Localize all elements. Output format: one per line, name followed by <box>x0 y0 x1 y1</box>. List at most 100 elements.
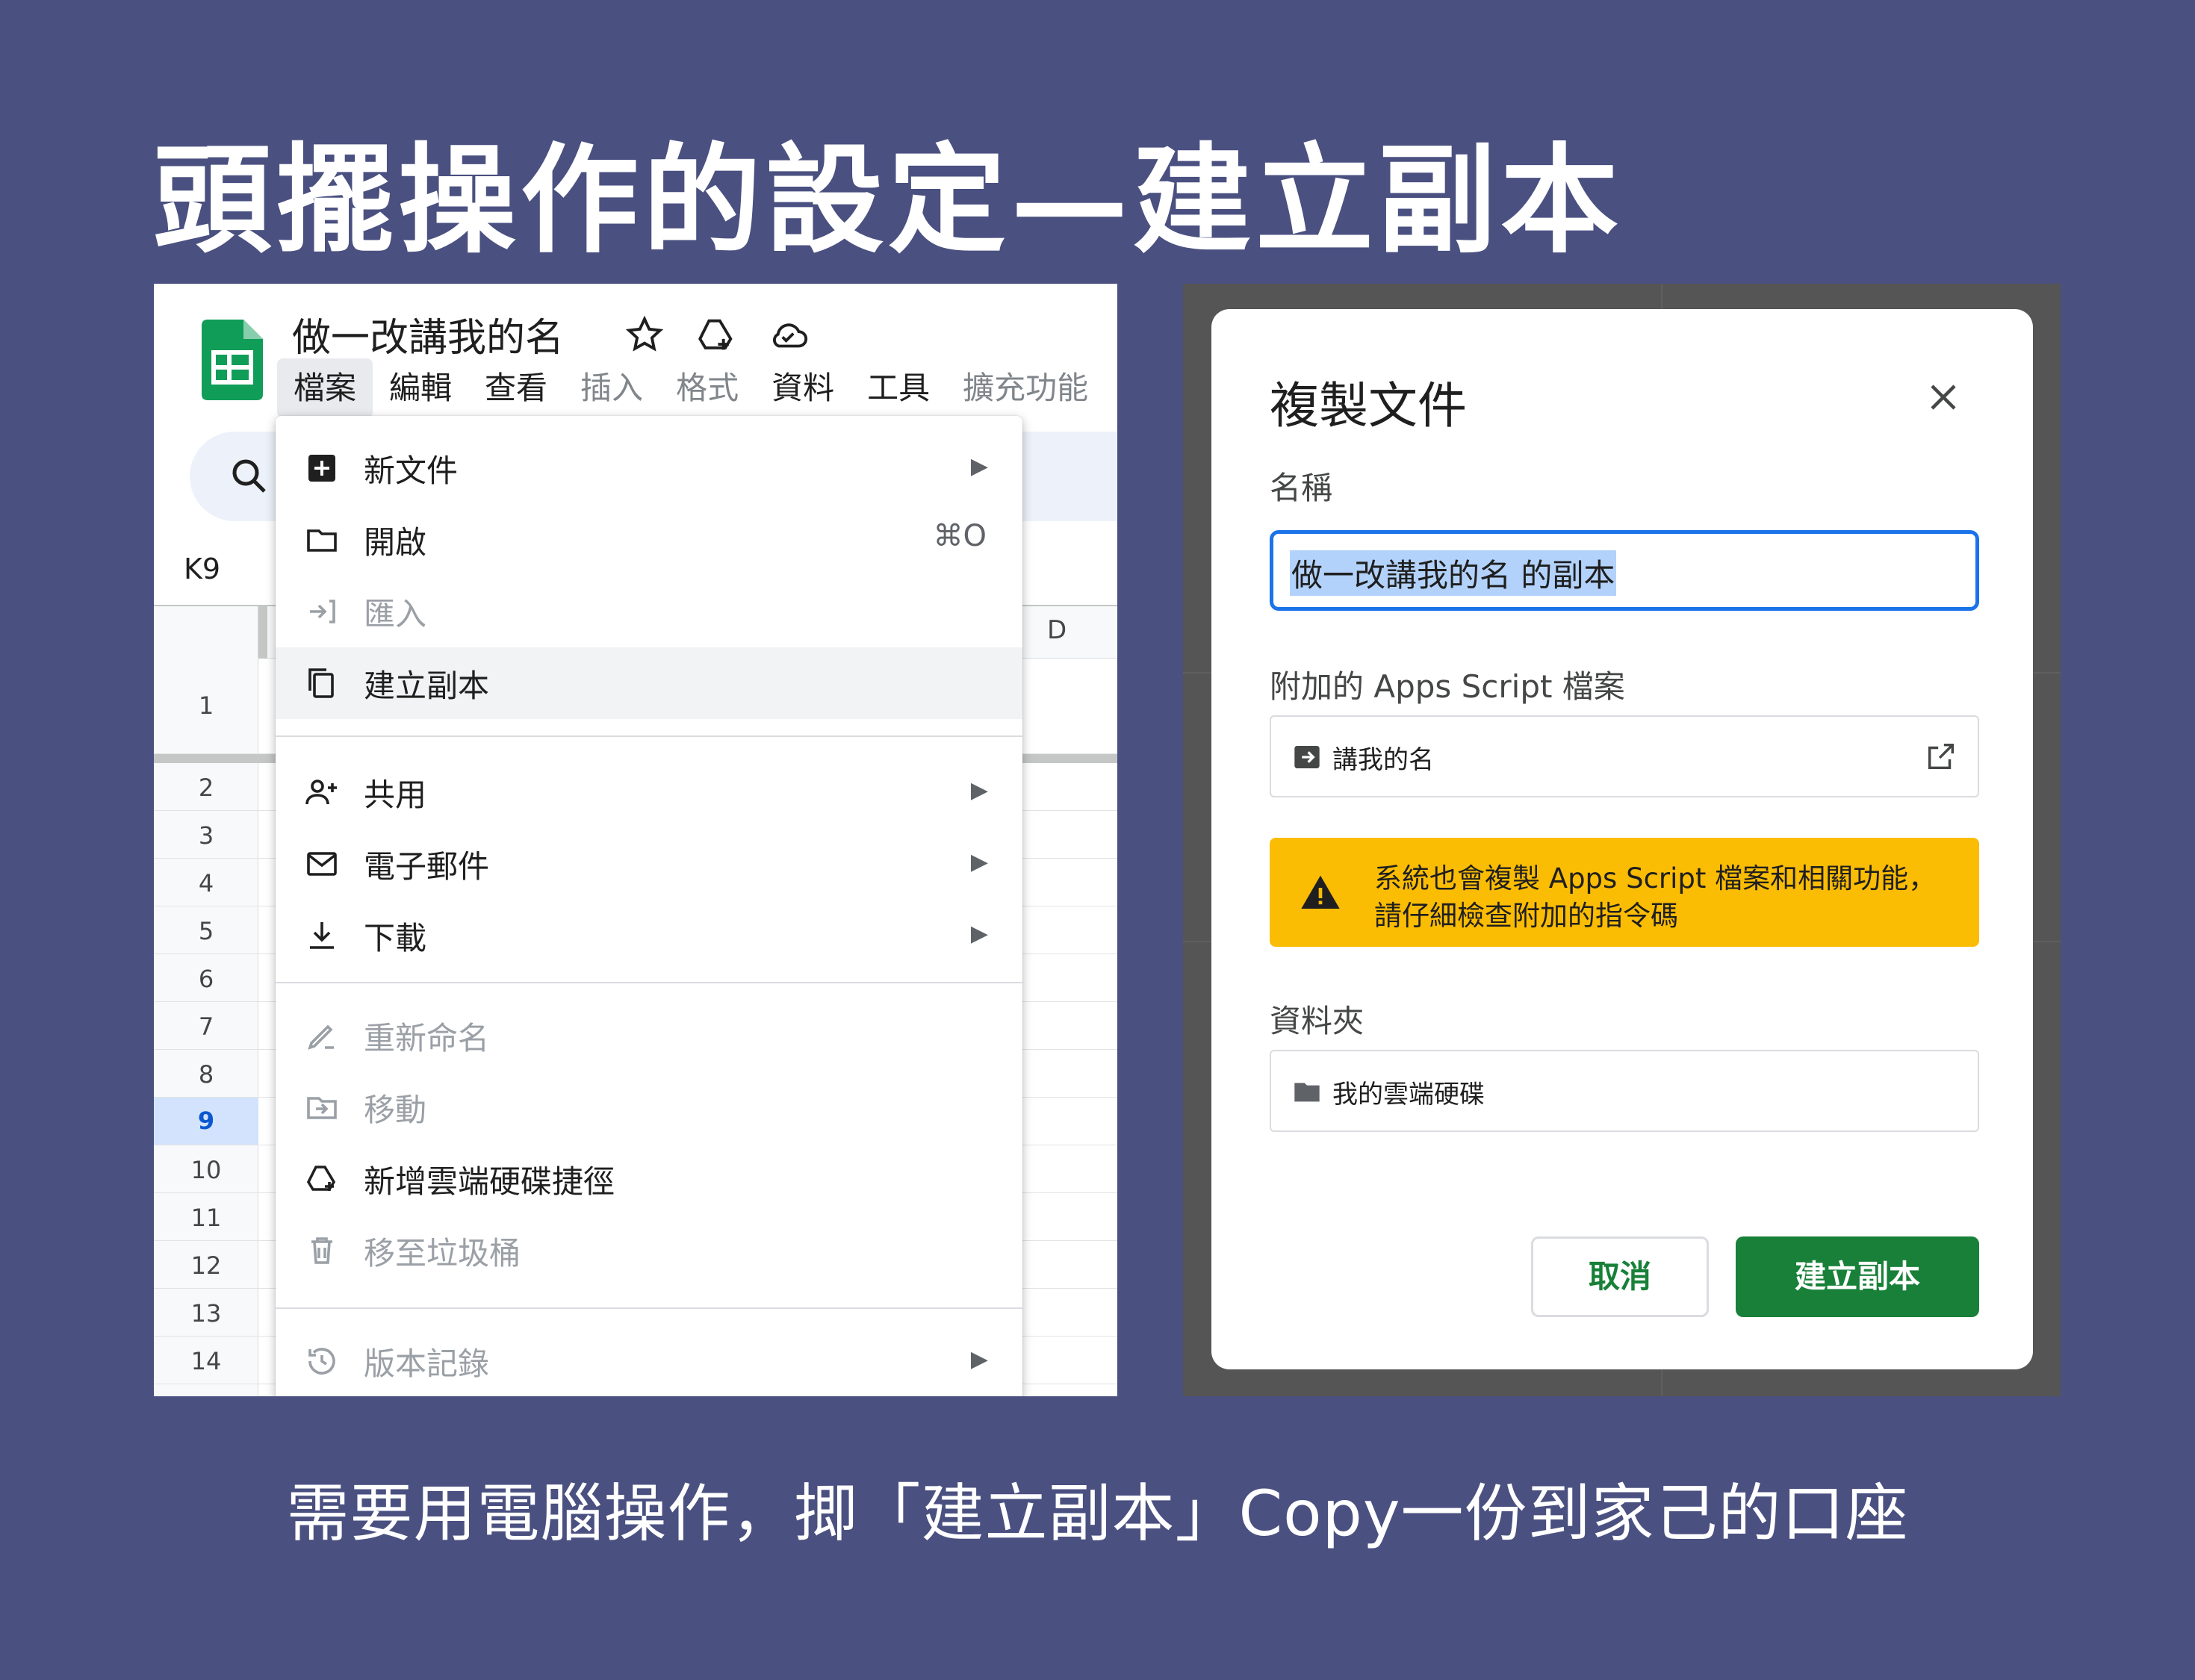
column-header-d[interactable]: D <box>1047 615 1067 645</box>
copy-dialog-screenshot: 複製文件 名稱 做一改講我的名 的副本 附加的 Apps Script 檔案 講… <box>1183 284 2061 1396</box>
cloud-saved-icon[interactable] <box>766 314 810 357</box>
menu-bar: 檔案 編輯 查看 插入 格式 資料 工具 擴充功能 <box>277 358 1105 418</box>
row-number[interactable]: 4 <box>154 869 258 897</box>
folder-label: 資料夾 <box>1270 1003 1364 1039</box>
menu-format[interactable]: 格式 <box>659 358 755 418</box>
menu-item-label: 匯入 <box>364 596 427 632</box>
menu-item-share[interactable]: 共用 ▶ <box>276 756 1022 828</box>
google-sheets-logo-icon <box>202 320 263 400</box>
row-number[interactable]: 13 <box>154 1299 258 1328</box>
name-label: 名稱 <box>1270 470 1333 506</box>
make-copy-button[interactable]: 建立副本 <box>1736 1236 1979 1317</box>
menu-data[interactable]: 資料 <box>755 358 851 418</box>
row-number[interactable]: 11 <box>154 1204 258 1232</box>
menu-item-label: 新文件 <box>364 452 459 489</box>
file-menu-dropdown: 新文件 ▶ 開啟 ⌘O 匯入 建立副本 共用 ▶ 電子郵件 ▶ 下載 ▶ 重新命… <box>276 416 1022 1396</box>
submenu-arrow-icon: ▶ <box>970 1346 988 1372</box>
menu-item-rename[interactable]: 重新命名 <box>276 1000 1022 1071</box>
rename-icon <box>308 1024 334 1050</box>
drive-shortcut-icon <box>306 1166 336 1191</box>
menu-divider <box>276 982 1022 983</box>
warning-banner: 系統也會複製 Apps Script 檔案和相關功能， 請仔細檢查附加的指令碼 <box>1270 838 1979 947</box>
name-field-value: 做一改講我的名 的副本 <box>1290 550 1617 596</box>
row-number[interactable]: 5 <box>154 917 258 945</box>
row-number[interactable]: 10 <box>154 1156 258 1184</box>
row-number[interactable]: 12 <box>154 1251 258 1280</box>
person-add-icon <box>305 780 337 805</box>
menu-item-download[interactable]: 下載 ▶ <box>276 900 1022 971</box>
submenu-arrow-icon: ▶ <box>970 921 988 947</box>
cancel-button[interactable]: 取消 <box>1531 1236 1709 1317</box>
copy-icon <box>308 668 334 698</box>
warning-icon <box>1301 875 1340 909</box>
folder-icon <box>1294 1083 1320 1102</box>
apps-script-label: 附加的 Apps Script 檔案 <box>1270 668 1625 705</box>
download-icon <box>310 922 334 949</box>
menu-item-label: 移至垃圾桶 <box>364 1235 521 1272</box>
dialog-title: 複製文件 <box>1270 377 1467 435</box>
menu-item-import[interactable]: 匯入 <box>276 576 1022 647</box>
menu-tools[interactable]: 工具 <box>851 358 946 418</box>
menu-item-add-shortcut[interactable]: 新增雲端硬碟捷徑 <box>276 1143 1022 1215</box>
menu-item-make-copy[interactable]: 建立副本 <box>276 647 1022 719</box>
row-number[interactable]: 6 <box>154 965 258 993</box>
menu-view[interactable]: 查看 <box>468 358 564 418</box>
warning-text-line2: 請仔細檢查附加的指令碼 <box>1374 900 1678 932</box>
row-number[interactable]: 2 <box>154 774 258 802</box>
page-footer-caption: 需要用電腦操作，揤「建立副本」Copy一份到家己的口座 <box>286 1477 1909 1550</box>
menu-insert[interactable]: 插入 <box>564 358 659 418</box>
row-number[interactable]: 14 <box>154 1347 258 1375</box>
new-document-icon <box>308 455 335 482</box>
page-headline: 頭擺操作的設定—建立副本 <box>153 131 1623 270</box>
search-icon <box>232 459 266 493</box>
menu-item-email[interactable]: 電子郵件 ▶ <box>276 828 1022 900</box>
move-folder-icon <box>307 1097 337 1119</box>
menu-item-label: 下載 <box>364 920 427 956</box>
apps-script-file-field[interactable]: 講我的名 <box>1270 715 1979 797</box>
row-number-selected[interactable]: 9 <box>154 1098 258 1145</box>
row-number[interactable]: 1 <box>154 691 258 720</box>
menu-item-label: 電子郵件 <box>364 848 490 885</box>
copy-document-dialog: 複製文件 名稱 做一改講我的名 的副本 附加的 Apps Script 檔案 講… <box>1211 309 2033 1369</box>
submenu-arrow-icon: ▶ <box>970 453 988 479</box>
apps-script-icon <box>1294 746 1320 768</box>
name-field[interactable]: 做一改講我的名 的副本 <box>1270 530 1979 611</box>
import-icon <box>310 600 335 623</box>
row-number[interactable]: 3 <box>154 821 258 850</box>
menu-item-label: 新增雲端硬碟捷徑 <box>364 1163 615 1200</box>
mail-icon <box>307 852 337 876</box>
history-icon <box>308 1348 335 1375</box>
star-icon[interactable] <box>623 314 666 357</box>
document-title[interactable]: 做一改講我的名 <box>292 306 564 362</box>
menu-item-version-history[interactable]: 版本記錄 ▶ <box>276 1325 1022 1396</box>
row-number[interactable]: 7 <box>154 1012 258 1041</box>
apps-script-file-name: 講我的名 <box>1332 745 1434 775</box>
menu-item-open[interactable]: 開啟 ⌘O <box>276 504 1022 576</box>
menu-item-label: 共用 <box>364 777 427 813</box>
menu-file[interactable]: 檔案 <box>277 358 373 418</box>
freeze-handle-vertical[interactable] <box>258 606 267 659</box>
row-number[interactable]: 8 <box>154 1060 258 1089</box>
sheets-window: 做一改講我的名 檔案 編輯 查看 插入 格式 資料 工具 擴充功能 K9 D 1… <box>154 284 1117 1396</box>
close-icon[interactable] <box>1921 375 1966 420</box>
name-box[interactable]: K9 <box>184 553 220 585</box>
move-to-drive-icon[interactable] <box>695 314 738 357</box>
menu-item-label: 開啟 <box>364 524 427 561</box>
menu-divider <box>276 1307 1022 1309</box>
menu-item-label: 建立副本 <box>364 668 490 704</box>
menu-item-new[interactable]: 新文件 ▶ <box>276 432 1022 504</box>
menu-item-move[interactable]: 移動 <box>276 1071 1022 1143</box>
open-in-new-icon[interactable] <box>1924 739 1958 774</box>
menu-extensions[interactable]: 擴充功能 <box>946 358 1105 418</box>
menu-item-label: 版本記錄 <box>364 1345 490 1382</box>
menu-item-trash[interactable]: 移至垃圾桶 <box>276 1215 1022 1287</box>
folder-name: 我的雲端硬碟 <box>1332 1080 1485 1110</box>
menu-edit[interactable]: 編輯 <box>373 358 468 418</box>
warning-text-line1: 系統也會複製 Apps Script 檔案和相關功能， <box>1374 862 1937 895</box>
folder-field[interactable]: 我的雲端硬碟 <box>1270 1050 1979 1132</box>
submenu-arrow-icon: ▶ <box>970 777 988 803</box>
menu-divider <box>276 735 1022 737</box>
keyboard-shortcut: ⌘O <box>933 519 987 553</box>
trash-icon <box>311 1237 332 1264</box>
submenu-arrow-icon: ▶ <box>970 849 988 875</box>
